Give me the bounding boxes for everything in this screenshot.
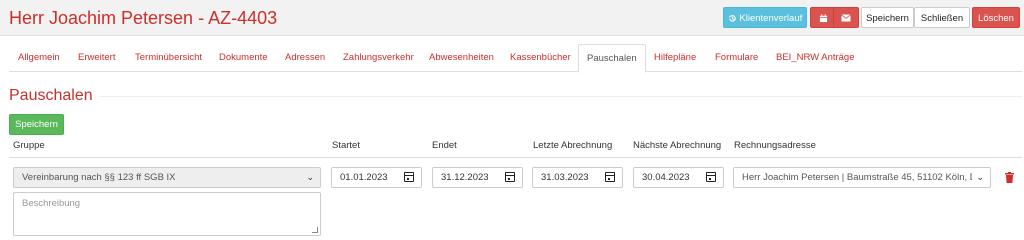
billing-address-select[interactable]: Herr Joachim Petersen | Baumstraße 45, 5… <box>733 167 991 188</box>
tab-erweitert[interactable]: Erweitert <box>78 44 115 72</box>
page-header: Herr Joachim Petersen - AZ-4403 Klienten… <box>0 0 1024 36</box>
last-billing-date-value: 31.03.2023 <box>541 172 589 183</box>
tab-adressen[interactable]: Adressen <box>285 44 325 72</box>
client-history-label: Klientenverlauf <box>739 13 803 24</box>
resize-handle[interactable] <box>312 227 318 233</box>
next-billing-date-value: 30.04.2023 <box>642 172 690 183</box>
tab-abwesenheiten[interactable]: Abwesenheiten <box>429 44 494 72</box>
column-header-billing-address: Rechnungsadresse <box>734 140 816 151</box>
chevron-down-icon: ⌄ <box>306 172 314 182</box>
next-billing-date-input[interactable]: 30.04.2023 <box>633 167 724 188</box>
history-icon <box>728 15 736 22</box>
calendar-icon[interactable] <box>605 172 615 182</box>
calendar-icon[interactable] <box>706 172 716 182</box>
column-header-end: Endet <box>432 140 457 151</box>
envelope-icon <box>841 14 851 22</box>
client-history-button[interactable]: Klientenverlauf <box>723 7 807 28</box>
tab-zahlungsverkehr[interactable]: Zahlungsverkehr <box>343 44 414 72</box>
start-date-input[interactable]: 01.01.2023 <box>331 167 422 188</box>
delete-button[interactable]: Löschen <box>972 7 1020 28</box>
last-billing-date-input[interactable]: 31.03.2023 <box>532 167 623 188</box>
save-button[interactable]: Speichern <box>861 7 914 28</box>
group-select-value: Vereinbarung nach §§ 123 ff SGB IX <box>22 172 176 183</box>
close-button[interactable]: Schließen <box>914 7 970 28</box>
tab-pauschalen[interactable]: Pauschalen <box>578 44 646 73</box>
start-date-value: 01.01.2023 <box>340 172 388 183</box>
column-header-last-billing: Letzte Abrechnung <box>533 140 613 151</box>
save-pauschalen-button[interactable]: Speichern <box>9 114 64 135</box>
tab-bar: Allgemein Erweitert Terminübersicht Doku… <box>9 44 1022 73</box>
calendar-icon[interactable] <box>505 172 515 182</box>
table-header-divider <box>9 157 1022 158</box>
group-select[interactable]: Vereinbarung nach §§ 123 ff SGB IX ⌄ <box>13 167 321 188</box>
billing-address-value: Herr Joachim Petersen | Baumstraße 45, 5… <box>742 172 972 183</box>
tab-dokumente[interactable]: Dokumente <box>219 44 268 72</box>
trash-icon[interactable] <box>1005 172 1014 183</box>
description-textarea[interactable]: Beschreibung <box>13 192 321 236</box>
column-header-group: Gruppe <box>13 140 45 151</box>
column-header-start: Startet <box>332 140 360 151</box>
calendar-icon <box>819 14 827 23</box>
calendar-icon[interactable] <box>404 172 414 182</box>
page-title: Herr Joachim Petersen - AZ-4403 <box>9 8 278 28</box>
tab-hilfeplaene[interactable]: Hilfepläne <box>654 44 696 72</box>
section-divider <box>9 96 1022 97</box>
description-placeholder: Beschreibung <box>22 198 81 209</box>
section-title: Pauschalen <box>9 87 99 105</box>
column-header-next-billing: Nächste Abrechnung <box>633 140 722 151</box>
tab-allgemein[interactable]: Allgemein <box>18 44 60 72</box>
end-date-input[interactable]: 31.12.2023 <box>432 167 523 188</box>
tab-terminuebersicht[interactable]: Terminübersicht <box>135 44 202 72</box>
tab-bei-nrw-antraege[interactable]: BEI_NRW Anträge <box>776 44 855 72</box>
tab-formulare[interactable]: Formulare <box>715 44 758 72</box>
email-button[interactable] <box>833 7 859 28</box>
end-date-value: 31.12.2023 <box>441 172 489 183</box>
tab-kassenbuecher[interactable]: Kassenbücher <box>510 44 571 72</box>
chevron-down-icon: ⌄ <box>974 168 984 187</box>
